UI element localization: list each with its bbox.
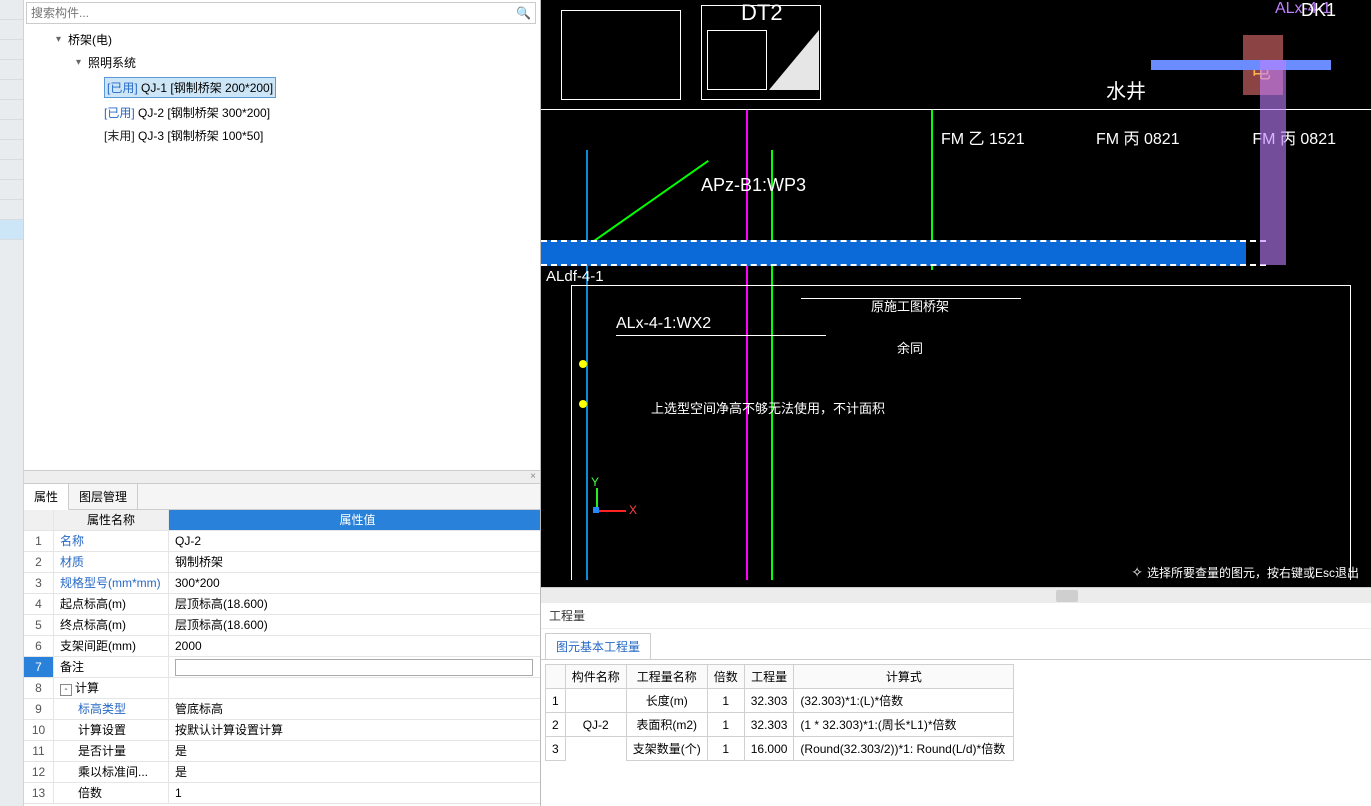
- canvas-hint: ✧ 选择所要查量的图元，按右键或Esc退出: [1131, 564, 1359, 581]
- property-row[interactable]: 11是否计量是: [24, 741, 540, 762]
- property-row[interactable]: 10计算设置按默认计算设置计算: [24, 720, 540, 741]
- cad-label: ALdf-4-1: [546, 268, 604, 285]
- cad-label: 水井: [1106, 75, 1146, 104]
- quantity-table: 构件名称 工程量名称 倍数 工程量 计算式 1长度(m)132.303(32.3…: [541, 660, 1371, 806]
- property-row[interactable]: 8-计算: [24, 678, 540, 699]
- cad-label: ALx-4-1:WX2: [616, 315, 711, 333]
- cad-label: APz-B1:WP3: [701, 175, 806, 196]
- tree-item[interactable]: [已用] QJ-1 [钢制桥架 200*200]: [24, 74, 540, 101]
- cad-label: 原施工图桥架: [871, 296, 949, 315]
- cad-label: FM 乙 1521: [941, 125, 1025, 149]
- tab-basic-quantity[interactable]: 图元基本工程量: [545, 633, 651, 659]
- axis-y-label: Y: [591, 475, 599, 489]
- cad-canvas[interactable]: DT2 ALx-4-1 水井 电 FM 乙 1521 FM 丙 0821 FM …: [541, 0, 1371, 587]
- search-icon[interactable]: 🔍: [516, 6, 531, 20]
- property-row[interactable]: 13倍数1: [24, 783, 540, 804]
- panel-resize-handle[interactable]: ×: [24, 470, 540, 484]
- tree-node-system[interactable]: ▾照明系统: [24, 51, 540, 74]
- property-row[interactable]: 12乘以标准间...是: [24, 762, 540, 783]
- crosshair-icon: ✧: [1131, 564, 1143, 581]
- tab-layers[interactable]: 图层管理: [69, 484, 138, 509]
- cad-label: DT2: [741, 0, 783, 26]
- tree-item[interactable]: [末用] QJ-3 [钢制桥架 100*50]: [24, 124, 540, 147]
- result-title: 工程量: [541, 603, 1371, 629]
- col-header-name: 属性名称: [54, 510, 169, 530]
- tree-item[interactable]: [已用] QJ-2 [钢制桥架 300*200]: [24, 101, 540, 124]
- table-row[interactable]: 2QJ-2表面积(m2)132.303(1 * 32.303)*1:(周长*L1…: [546, 713, 1014, 737]
- cad-label: DK1: [1301, 0, 1336, 21]
- tab-properties[interactable]: 属性: [24, 484, 69, 510]
- panel-close-icon[interactable]: ×: [530, 471, 536, 482]
- cad-label: 上选型空间净高不够无法使用，不计面积: [651, 398, 885, 417]
- table-row[interactable]: 3支架数量(个)116.000(Round(32.303/2))*1: Roun…: [546, 737, 1014, 761]
- cad-label: FM 丙 0821: [1096, 125, 1180, 149]
- property-value-input[interactable]: [175, 659, 533, 676]
- property-row[interactable]: 7备注: [24, 657, 540, 678]
- component-tree: ▾桥架(电) ▾照明系统 [已用] QJ-1 [钢制桥架 200*200] [已…: [24, 26, 540, 470]
- property-row[interactable]: 4起点标高(m)层顶标高(18.600): [24, 594, 540, 615]
- axis-x-label: X: [629, 503, 637, 517]
- tree-node-root[interactable]: ▾桥架(电): [24, 28, 540, 51]
- left-narrow-bar[interactable]: [0, 0, 24, 806]
- col-header-value: 属性值: [169, 510, 540, 530]
- search-input[interactable]: [31, 6, 516, 20]
- cad-label: 余同: [897, 338, 923, 357]
- property-row[interactable]: 9标高类型管底标高: [24, 699, 540, 720]
- property-row[interactable]: 5终点标高(m)层顶标高(18.600): [24, 615, 540, 636]
- property-row[interactable]: 6支架间距(mm)2000: [24, 636, 540, 657]
- property-row[interactable]: 2材质钢制桥架: [24, 552, 540, 573]
- search-bar: 🔍: [26, 2, 536, 24]
- property-grid: 属性名称 属性值 1名称QJ-22材质钢制桥架3规格型号(mm*mm)300*2…: [24, 510, 540, 806]
- property-row[interactable]: 1名称QJ-2: [24, 531, 540, 552]
- table-row[interactable]: 1长度(m)132.303(32.303)*1:(L)*倍数: [546, 689, 1014, 713]
- canvas-horizontal-scrollbar[interactable]: [541, 588, 1371, 603]
- property-row[interactable]: 3规格型号(mm*mm)300*200: [24, 573, 540, 594]
